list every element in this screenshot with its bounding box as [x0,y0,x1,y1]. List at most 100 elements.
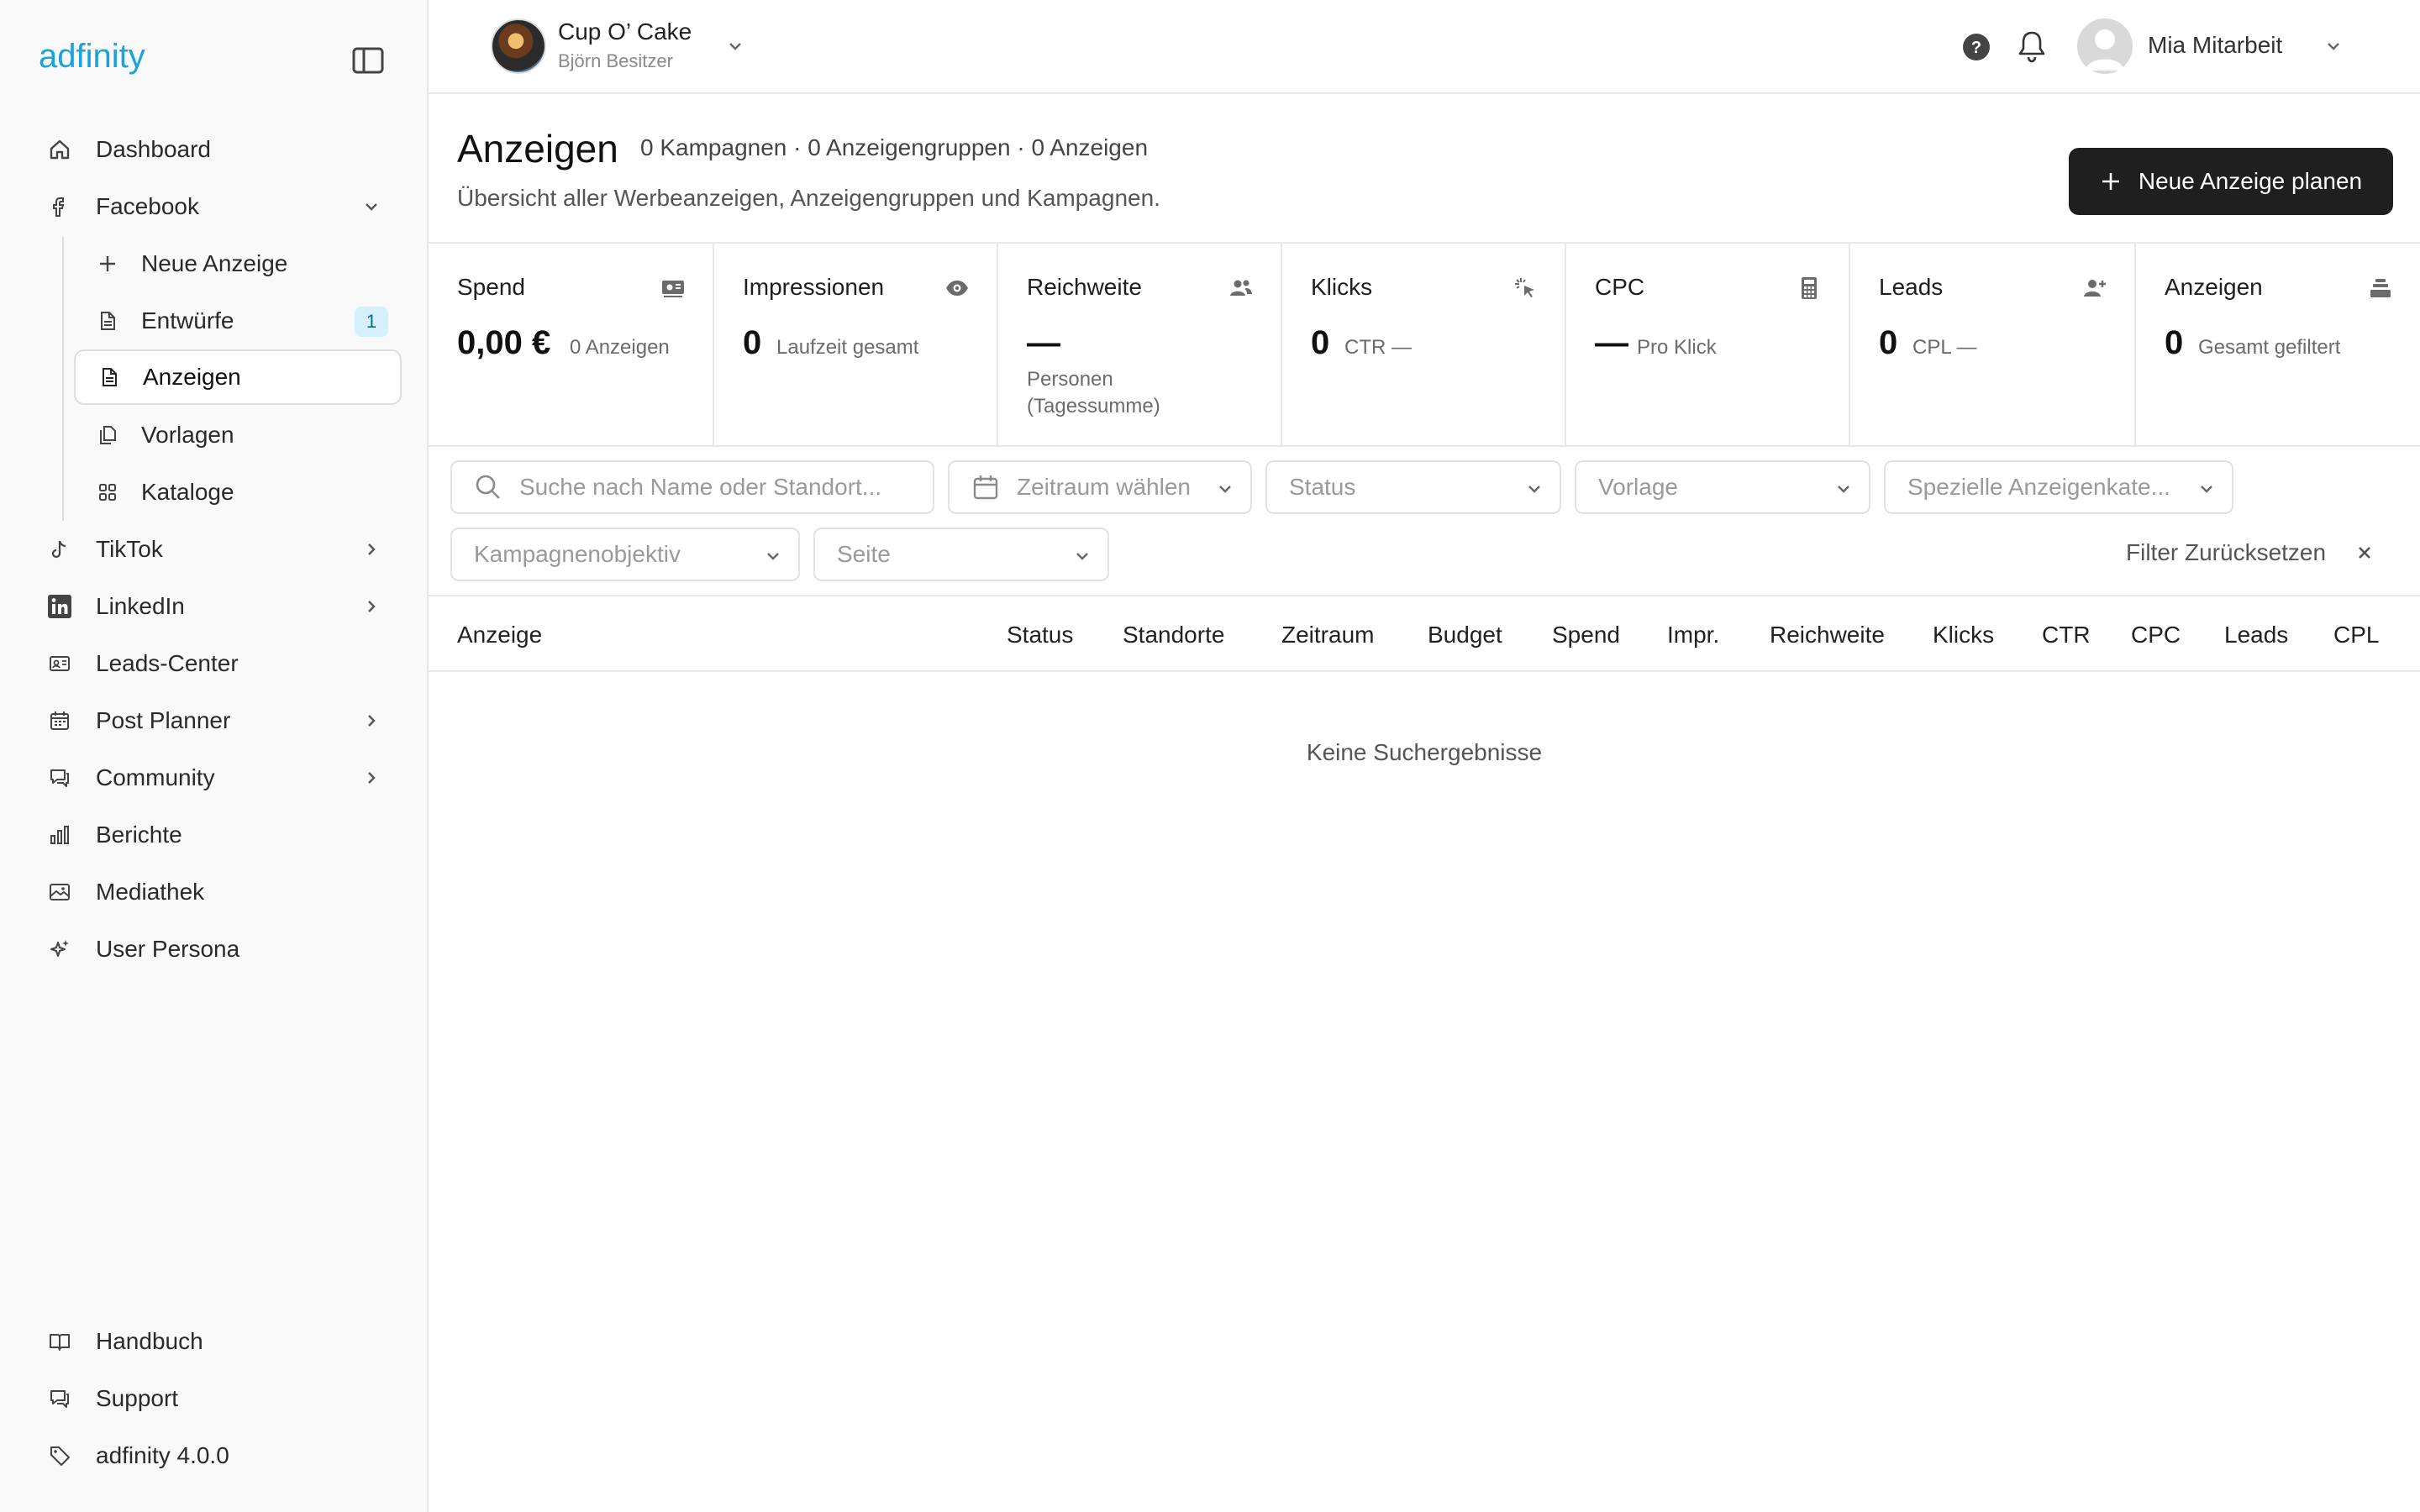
sidebar-item-tiktok[interactable]: TikTok [47,528,163,571]
status-label: Status [1289,474,1356,500]
special-category-select[interactable]: Spezielle Anzeigenkate... [1884,460,2233,514]
chat-icon [47,765,72,790]
sidebar-item-label: Neue Anzeige [141,250,288,276]
sidebar-item-berichte[interactable]: Berichte [47,813,182,857]
adfinity-logo[interactable]: adfinity [39,32,156,82]
column-header-impressions[interactable]: Impr. [1667,622,1719,648]
sidebar-item-kataloge[interactable]: Kataloge [74,465,402,520]
stat-title: Leads [1879,274,1944,300]
search-input[interactable]: Suche nach Name oder Standort... [450,460,934,514]
stat-card-cpc: CPC — Pro Klick [1566,244,1850,445]
sidebar-item-facebook[interactable]: Facebook [47,185,199,228]
status-select[interactable]: Status [1265,460,1561,514]
sidebar-item-dashboard[interactable]: Dashboard [47,128,211,171]
template-label: Vorlage [1598,474,1678,500]
column-header-budget[interactable]: Budget [1428,622,1502,648]
table-header: Anzeige Status Standorte Zeitraum Budget… [429,595,2420,672]
chevron-right-icon[interactable] [361,539,381,559]
chevron-down-icon[interactable] [724,35,746,57]
stat-value: 0 [1311,324,1330,361]
sidebar-item-label: Berichte [96,822,182,848]
sidebar-item-label: Support [96,1385,179,1411]
sidebar-item-mediathek[interactable]: Mediathek [47,870,204,914]
date-range-select[interactable]: Zeitraum wählen [948,460,1252,514]
page-select[interactable]: Seite [813,528,1109,581]
stat-value: 0 [743,324,762,361]
stat-title: Spend [457,274,525,300]
sidebar-item-leads-center[interactable]: Leads-Center [47,642,239,685]
sidebar-item-linkedin[interactable]: LinkedIn [47,585,185,628]
column-header-leads[interactable]: Leads [2224,622,2288,648]
sidebar-item-vorlagen[interactable]: Vorlagen [74,407,402,463]
sidebar-item-label: TikTok [96,536,163,562]
brand-owner: Björn Besitzer [558,50,673,71]
column-header-cpl[interactable]: CPL [2333,622,2379,648]
sidebar: adfinity Dashboard Facebook Neue Anzeige… [0,0,429,1512]
sidebar-item-user-persona[interactable]: User Persona [47,927,239,971]
sidebar-item-neue-anzeige[interactable]: Neue Anzeige [74,236,402,291]
sidebar-item-label: Community [96,764,215,790]
plus-icon [2102,173,2119,190]
stat-value: 0 [2165,324,2184,361]
chevron-down-icon[interactable] [361,197,381,217]
sidebar-item-label: User Persona [96,936,240,962]
sidebar-item-label: adfinity 4.0.0 [96,1442,229,1468]
contact-card-icon [47,651,72,676]
chevron-down-icon [767,553,779,560]
column-header-standorte[interactable]: Standorte [1123,622,1224,648]
chevron-right-icon[interactable] [361,596,381,617]
stat-sub: Personen (Tagessumme) [1027,368,1160,417]
new-ad-button[interactable]: Neue Anzeige planen [2069,148,2393,215]
column-header-ctr[interactable]: CTR [2042,622,2091,648]
facebook-icon [47,194,72,219]
brand-avatar[interactable] [491,18,546,74]
stat-sub: Pro Klick [1637,336,1717,359]
column-header-zeitraum[interactable]: Zeitraum [1281,622,1374,648]
chevron-right-icon[interactable] [361,768,381,788]
column-header-cpc[interactable]: CPC [2131,622,2181,648]
column-header-spend[interactable]: Spend [1552,622,1620,648]
stat-title: CPC [1595,274,1645,300]
sidebar-item-label: Kataloge [141,479,234,505]
reset-filters-label: Filter Zurücksetzen [2126,539,2327,565]
brand-name[interactable]: Cup O’ Cake [558,18,692,45]
stat-value: 0,00 € [457,324,551,361]
sidebar-item-version[interactable]: adfinity 4.0.0 [47,1434,229,1478]
sidebar-item-label: Anzeigen [143,364,241,390]
new-ad-button-label: Neue Anzeige planen [2138,168,2363,194]
user-avatar[interactable] [2077,18,2133,74]
template-select[interactable]: Vorlage [1575,460,1870,514]
chevron-down-icon [2201,486,2212,493]
help-icon[interactable]: ? [1961,32,1991,62]
chevron-right-icon[interactable] [361,711,381,731]
column-header-reichweite[interactable]: Reichweite [1770,622,1885,648]
plus-icon [96,252,119,276]
chevron-down-icon[interactable] [2323,35,2344,57]
sidebar-item-label: Post Planner [96,707,231,733]
sidebar-item-post-planner[interactable]: Post Planner [47,699,230,743]
stat-title: Impressionen [743,274,885,300]
sidebar-item-entwuerfe[interactable]: Entwürfe 1 [74,293,402,349]
calendar-icon [973,475,998,500]
campaign-objective-select[interactable]: Kampagnenobjektiv [450,528,800,581]
reset-filters-button[interactable]: Filter Zurücksetzen [2126,539,2375,566]
stat-sub: 0 Anzeigen [570,336,670,359]
svg-text:?: ? [1971,39,1981,57]
column-header-klicks[interactable]: Klicks [1933,622,1994,648]
sidebar-item-community[interactable]: Community [47,756,215,800]
stats-row: Spend 0,00 € 0 Anzeigen Impressionen 0 L… [429,242,2420,447]
column-header-anzeige[interactable]: Anzeige [457,622,542,648]
sidebar-item-label: Facebook [96,193,199,219]
sidebar-item-handbuch[interactable]: Handbuch [47,1320,203,1363]
user-name[interactable]: Mia Mitarbeit [2148,32,2282,59]
sidebar-item-anzeigen[interactable]: Anzeigen [74,349,402,405]
column-header-status[interactable]: Status [1007,622,1073,648]
book-icon [47,1329,72,1354]
stat-title: Reichweite [1027,274,1142,300]
chevron-down-icon [1838,486,1849,493]
linkedin-icon [47,594,72,619]
bell-icon[interactable] [2015,29,2049,64]
stat-card-anzeigen: Anzeigen 0 Gesamt gefiltert [2136,244,2420,445]
sidebar-item-support[interactable]: Support [47,1377,178,1420]
sidebar-toggle-icon[interactable] [351,46,385,75]
